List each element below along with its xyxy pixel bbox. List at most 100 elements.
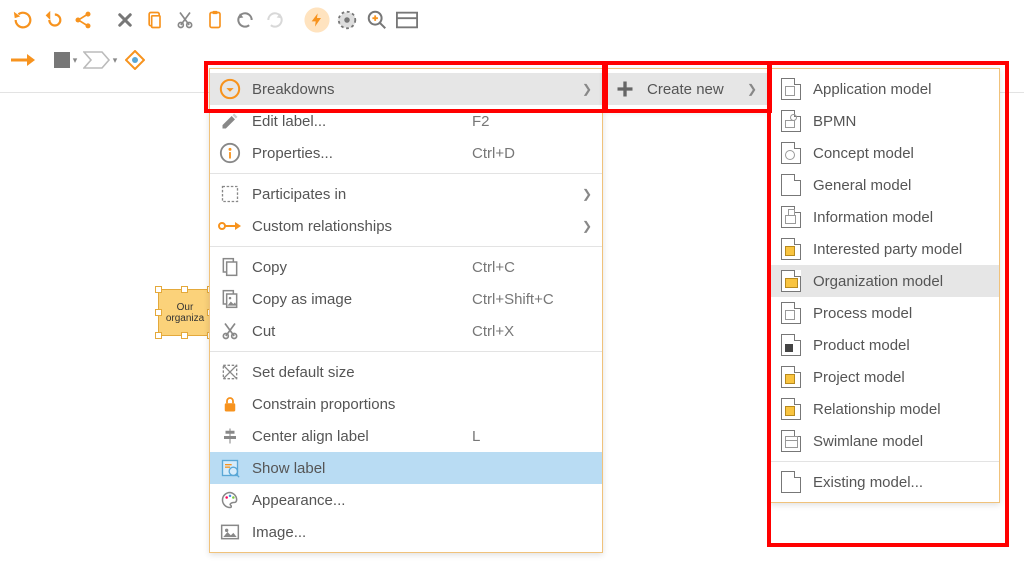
menu-item-custom-relationships[interactable]: Custom relationships❯ xyxy=(210,210,602,242)
menu-item-label: Breakdowns xyxy=(252,81,472,98)
menu-item-label: Participates in xyxy=(252,186,472,203)
menu-item-label: Product model xyxy=(813,337,989,354)
menu-item-copy-as-image[interactable]: Copy as imageCtrl+Shift+C xyxy=(210,283,602,315)
menu-item-label: Copy xyxy=(252,259,472,276)
model-item-relationship-model[interactable]: Relationship model xyxy=(771,393,999,425)
copyimg-icon xyxy=(218,288,242,310)
menu-item-hotkey: F2 xyxy=(472,113,582,130)
menu-item-label: Center align label xyxy=(252,428,472,445)
menu-item-hotkey: Ctrl+X xyxy=(472,323,582,340)
defsize-icon xyxy=(218,361,242,383)
model-type-icon xyxy=(779,398,803,420)
partic-icon xyxy=(218,183,242,205)
menu-item-label: Constrain proportions xyxy=(252,396,472,413)
quick-action-icon[interactable] xyxy=(302,6,332,34)
cut-icon xyxy=(218,320,242,342)
image-icon xyxy=(218,521,242,543)
menu-item-label: Concept model xyxy=(813,145,989,162)
model-type-icon xyxy=(779,430,803,452)
breakdowns-submenu[interactable]: Create new❯ xyxy=(604,68,768,110)
model-type-icon xyxy=(779,334,803,356)
menu-item-show-label[interactable]: Show label xyxy=(210,452,602,484)
menu-item-hotkey: Ctrl+C xyxy=(472,259,582,276)
menu-item-constrain-proportions[interactable]: Constrain proportions xyxy=(210,388,602,420)
model-item-information-model[interactable]: Information model xyxy=(771,201,999,233)
cut-icon[interactable] xyxy=(170,6,200,34)
submenu-arrow-icon: ❯ xyxy=(582,82,592,96)
submenu-item-create-new[interactable]: Create new❯ xyxy=(605,73,767,105)
diamond-tool-icon[interactable] xyxy=(120,46,150,74)
arrow-tool-icon[interactable] xyxy=(8,46,38,74)
shape-label: Our organiza xyxy=(159,302,211,324)
menu-item-center-align-label[interactable]: Center align labelL xyxy=(210,420,602,452)
menu-item-label: Image... xyxy=(252,524,472,541)
lock-icon xyxy=(218,393,242,415)
model-type-icon xyxy=(779,366,803,388)
context-menu[interactable]: Breakdowns❯Edit label...F2Properties...C… xyxy=(209,68,603,553)
menu-item-participates-in[interactable]: Participates in❯ xyxy=(210,178,602,210)
menu-item-label: Copy as image xyxy=(252,291,472,308)
palette-icon xyxy=(218,489,242,511)
menu-item-image[interactable]: Image... xyxy=(210,516,602,548)
copy-icon xyxy=(218,256,242,278)
menu-item-appearance[interactable]: Appearance... xyxy=(210,484,602,516)
square-tool-icon[interactable]: ▾ xyxy=(50,46,80,74)
showlabel-icon xyxy=(218,457,242,479)
menu-item-label: Existing model... xyxy=(813,474,989,491)
menu-item-label: Appearance... xyxy=(252,492,472,509)
menu-item-label: Organization model xyxy=(813,273,989,290)
model-type-icon xyxy=(779,270,803,292)
model-type-icon xyxy=(779,110,803,132)
model-item-bpmn[interactable]: BPMN xyxy=(771,105,999,137)
paste-icon[interactable] xyxy=(140,6,170,34)
model-type-icon xyxy=(779,78,803,100)
undo-arrow-icon[interactable] xyxy=(38,6,68,34)
menu-item-label: Show label xyxy=(252,460,472,477)
relarrow-icon xyxy=(218,215,242,237)
model-item-concept-model[interactable]: Concept model xyxy=(771,137,999,169)
model-type-icon xyxy=(779,471,803,493)
model-item-swimlane-model[interactable]: Swimlane model xyxy=(771,425,999,457)
zoom-icon[interactable] xyxy=(362,6,392,34)
menu-item-set-default-size[interactable]: Set default size xyxy=(210,356,602,388)
model-type-icon xyxy=(779,206,803,228)
close-icon[interactable] xyxy=(110,6,140,34)
menu-item-label: BPMN xyxy=(813,113,989,130)
model-item-interested-party-model[interactable]: Interested party model xyxy=(771,233,999,265)
model-type-icon xyxy=(779,238,803,260)
menu-item-copy[interactable]: CopyCtrl+C xyxy=(210,251,602,283)
undo-icon[interactable] xyxy=(230,6,260,34)
layout-icon[interactable] xyxy=(392,6,422,34)
menu-item-breakdowns[interactable]: Breakdowns ❯ xyxy=(210,73,602,105)
refresh-icon[interactable] xyxy=(8,6,38,34)
model-item-product-model[interactable]: Product model xyxy=(771,329,999,361)
menu-item-edit-label[interactable]: Edit label...F2 xyxy=(210,105,602,137)
menu-item-hotkey: L xyxy=(472,428,582,445)
menu-item-label: Application model xyxy=(813,81,989,98)
menu-item-hotkey: Ctrl+D xyxy=(472,145,582,162)
model-item-existing-model[interactable]: Existing model... xyxy=(771,466,999,498)
main-toolbar xyxy=(0,2,1024,38)
menu-item-properties[interactable]: Properties...Ctrl+D xyxy=(210,137,602,169)
chevron-tool-icon[interactable]: ▾ xyxy=(80,46,120,74)
clipboard-icon[interactable] xyxy=(200,6,230,34)
edit-icon xyxy=(218,110,242,132)
menu-item-label: Process model xyxy=(813,305,989,322)
menu-item-label: Swimlane model xyxy=(813,433,989,450)
share-icon[interactable] xyxy=(68,6,98,34)
menu-item-cut[interactable]: CutCtrl+X xyxy=(210,315,602,347)
model-item-organization-model[interactable]: Organization model xyxy=(771,265,999,297)
breakdowns-icon xyxy=(218,78,242,100)
model-item-project-model[interactable]: Project model xyxy=(771,361,999,393)
model-item-general-model[interactable]: General model xyxy=(771,169,999,201)
create-new-submenu[interactable]: Application model BPMN Concept model Genera… xyxy=(770,68,1000,503)
settings-icon[interactable] xyxy=(332,6,362,34)
model-item-application-model[interactable]: Application model xyxy=(771,73,999,105)
model-item-process-model[interactable]: Process model xyxy=(771,297,999,329)
menu-item-label: Interested party model xyxy=(813,241,989,258)
plus-icon xyxy=(613,78,637,100)
menu-item-label: Properties... xyxy=(252,145,472,162)
redo-icon[interactable] xyxy=(260,6,290,34)
model-type-icon xyxy=(779,174,803,196)
submenu-arrow-icon: ❯ xyxy=(747,82,757,96)
